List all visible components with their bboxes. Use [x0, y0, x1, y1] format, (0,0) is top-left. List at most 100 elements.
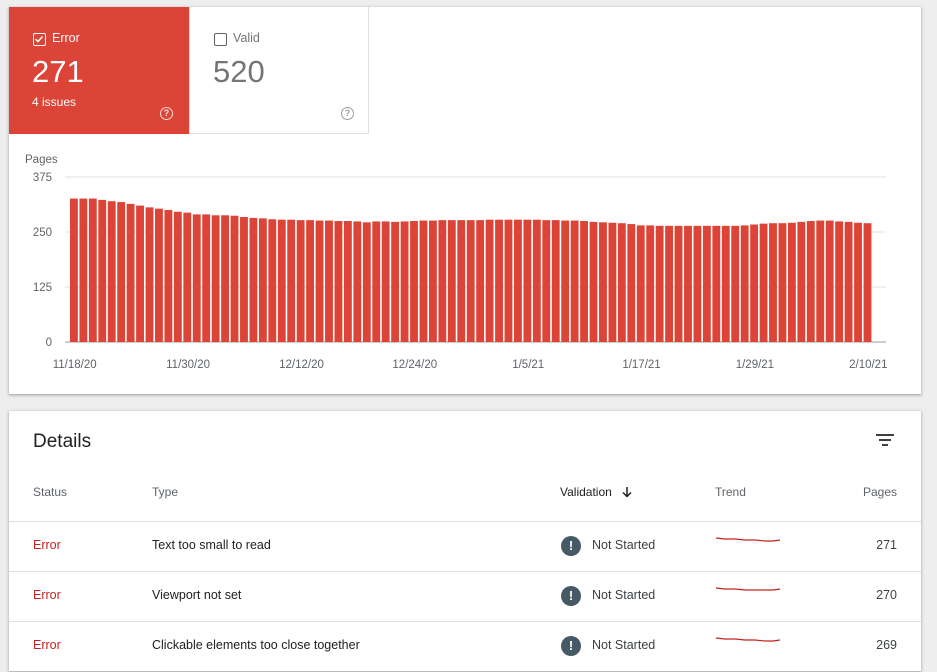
- chart-bar[interactable]: [438, 220, 447, 342]
- chart-bar[interactable]: [655, 225, 664, 342]
- chart-bar[interactable]: [221, 215, 229, 342]
- chart-bar[interactable]: [750, 224, 759, 342]
- chart-bar[interactable]: [287, 219, 296, 342]
- chart-bar[interactable]: [617, 223, 626, 342]
- chart-bar[interactable]: [258, 218, 267, 342]
- chart-bar[interactable]: [457, 220, 466, 342]
- chart-bar[interactable]: [684, 225, 692, 342]
- column-header-pages[interactable]: Pages: [863, 485, 897, 499]
- chart-bar[interactable]: [580, 221, 588, 342]
- chart-bar[interactable]: [202, 214, 211, 342]
- chart-bar[interactable]: [476, 220, 485, 342]
- chart-bar[interactable]: [769, 223, 777, 342]
- chart-bar[interactable]: [88, 198, 97, 342]
- chart-bar[interactable]: [825, 220, 834, 342]
- chart-bar[interactable]: [523, 219, 532, 342]
- chart-bar[interactable]: [325, 220, 333, 342]
- chart-bar[interactable]: [551, 220, 560, 342]
- chart-bar[interactable]: [145, 207, 154, 342]
- chart-bar[interactable]: [863, 223, 872, 342]
- chart-bar[interactable]: [164, 210, 173, 342]
- chart-bar[interactable]: [759, 223, 768, 342]
- chart-bar[interactable]: [362, 222, 371, 342]
- sort-arrow-down-icon: [622, 487, 632, 498]
- chart-bar[interactable]: [627, 224, 636, 342]
- chart-bar[interactable]: [693, 225, 702, 342]
- chart-bar[interactable]: [608, 222, 617, 342]
- chart-bar[interactable]: [315, 220, 324, 342]
- chart-bar[interactable]: [854, 222, 862, 342]
- chart-bar[interactable]: [372, 221, 381, 342]
- chart-bar[interactable]: [391, 221, 400, 342]
- chart-bar[interactable]: [353, 221, 362, 342]
- chart-bar[interactable]: [665, 225, 674, 342]
- chart-bar[interactable]: [447, 220, 456, 342]
- chart-bar[interactable]: [277, 219, 286, 342]
- column-header-type[interactable]: Type: [152, 485, 178, 499]
- chart-bar[interactable]: [249, 217, 258, 342]
- chart-bar[interactable]: [599, 222, 607, 342]
- column-header-status[interactable]: Status: [33, 485, 67, 499]
- chart-bar[interactable]: [343, 221, 352, 342]
- exclamation-circle-icon: !: [561, 636, 581, 656]
- chart-bar[interactable]: [117, 202, 126, 342]
- chart-bar[interactable]: [495, 219, 503, 342]
- trend-sparkline: [715, 637, 781, 642]
- chart-bar[interactable]: [816, 220, 825, 342]
- chart-bar[interactable]: [721, 225, 730, 342]
- chart-bar[interactable]: [136, 205, 144, 342]
- chart-bar[interactable]: [542, 220, 551, 342]
- chart-bar[interactable]: [211, 215, 220, 342]
- chart-bar[interactable]: [674, 225, 683, 342]
- chart-bar[interactable]: [107, 201, 116, 342]
- chart-bar[interactable]: [230, 215, 239, 342]
- chart-bar[interactable]: [98, 199, 107, 342]
- chart-bar[interactable]: [532, 219, 541, 342]
- column-header-validation[interactable]: Validation: [560, 485, 633, 499]
- chart-bar[interactable]: [778, 223, 787, 342]
- chart-bar[interactable]: [400, 221, 409, 342]
- chart-x-tick-label: 11/30/20: [166, 359, 210, 371]
- chart-bar[interactable]: [268, 219, 277, 342]
- chart-bar[interactable]: [570, 220, 579, 342]
- chart-bar[interactable]: [126, 203, 135, 342]
- chart-bar[interactable]: [561, 220, 570, 342]
- chart-bar[interactable]: [787, 222, 796, 342]
- chart-bar[interactable]: [731, 225, 740, 342]
- table-row[interactable]: Error Text too small to read ! Not Start…: [9, 521, 921, 572]
- chart-bar[interactable]: [306, 220, 315, 342]
- chart-bar[interactable]: [702, 225, 711, 342]
- chart-bar[interactable]: [466, 220, 475, 342]
- chart-bar[interactable]: [806, 221, 815, 342]
- chart-bar[interactable]: [844, 221, 853, 342]
- table-row[interactable]: Error Clickable elements too close toget…: [9, 621, 921, 672]
- chart-bar[interactable]: [428, 220, 437, 342]
- table-row[interactable]: Error Viewport not set ! Not Started 270: [9, 571, 921, 622]
- chart-bar[interactable]: [835, 221, 844, 342]
- chart-bar[interactable]: [419, 220, 428, 342]
- chart-bar[interactable]: [173, 211, 182, 342]
- chart-bar[interactable]: [504, 219, 513, 342]
- chart-bar[interactable]: [646, 225, 655, 342]
- chart-bar[interactable]: [636, 225, 645, 342]
- chart-bar[interactable]: [70, 198, 78, 342]
- chart-bar[interactable]: [155, 208, 163, 342]
- chart-bar[interactable]: [589, 221, 598, 342]
- chart-bar[interactable]: [797, 221, 806, 342]
- chart-bar[interactable]: [740, 225, 749, 342]
- chart-bar[interactable]: [192, 214, 201, 342]
- chart-bar[interactable]: [712, 225, 721, 342]
- filter-icon[interactable]: [875, 432, 895, 448]
- chart-bar[interactable]: [334, 221, 343, 342]
- chart-bar[interactable]: [485, 219, 494, 342]
- chart-bar[interactable]: [183, 212, 192, 342]
- column-header-trend[interactable]: Trend: [715, 485, 746, 499]
- pages-bar-chart: Pages 0 125 250 375 11/18/20 11/30/20 12/12/2…: [25, 154, 887, 371]
- chart-x-tick-label: 12/12/20: [279, 359, 324, 371]
- chart-bar[interactable]: [514, 219, 522, 342]
- chart-bar[interactable]: [410, 221, 418, 342]
- chart-bar[interactable]: [79, 198, 88, 342]
- chart-bar[interactable]: [240, 217, 248, 342]
- chart-bar[interactable]: [296, 220, 305, 342]
- chart-bar[interactable]: [381, 221, 390, 342]
